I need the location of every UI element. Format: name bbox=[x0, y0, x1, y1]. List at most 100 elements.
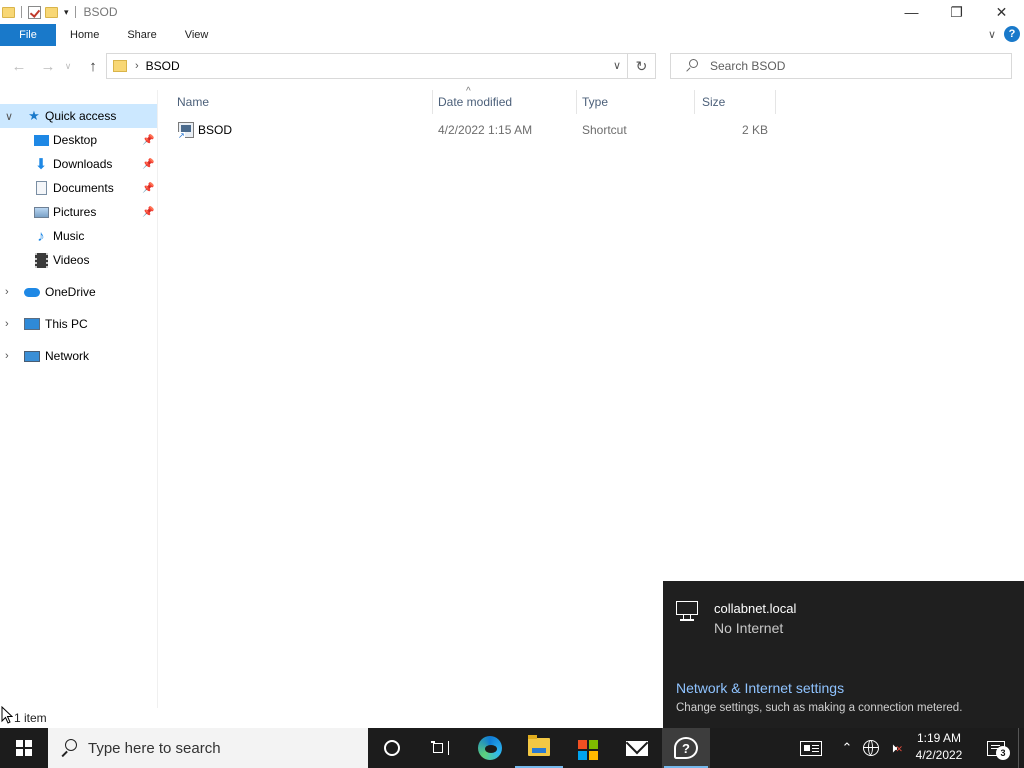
volume-button[interactable]: 🕨✕ bbox=[884, 728, 908, 768]
nav-item-this-pc[interactable]: › This PC bbox=[0, 312, 157, 336]
address-dropdown-icon[interactable]: ∨ bbox=[613, 59, 621, 72]
network-name[interactable]: collabnet.local bbox=[714, 601, 796, 616]
pin-icon[interactable]: 📌 bbox=[142, 207, 154, 218]
mail-button[interactable] bbox=[613, 728, 661, 768]
folder-icon[interactable] bbox=[2, 6, 15, 18]
status-bar: 1 item bbox=[0, 708, 663, 728]
documents-icon bbox=[33, 180, 49, 196]
expand-chevron-icon[interactable]: › bbox=[5, 318, 9, 330]
task-view-button[interactable] bbox=[416, 728, 464, 768]
help-icon[interactable]: ? bbox=[1004, 26, 1020, 42]
file-explorer-button[interactable] bbox=[515, 728, 563, 768]
clock-date: 4/2/2022 bbox=[915, 748, 963, 762]
toolbar-divider bbox=[21, 6, 22, 18]
show-hidden-icons-button[interactable]: ⌃ bbox=[836, 728, 858, 768]
new-folder-icon[interactable] bbox=[45, 6, 58, 18]
network-globe-icon bbox=[863, 740, 879, 756]
refresh-icon[interactable]: ↻ bbox=[628, 53, 656, 79]
news-button[interactable] bbox=[796, 728, 826, 768]
close-button[interactable]: ✕ bbox=[979, 0, 1024, 24]
quick-access-toolbar: ▾ bbox=[0, 0, 78, 24]
pictures-icon bbox=[33, 204, 49, 220]
nav-label: Quick access bbox=[45, 109, 117, 123]
customize-toolbar-dropdown-icon[interactable]: ▾ bbox=[64, 7, 69, 18]
search-placeholder: Search BSOD bbox=[710, 59, 786, 73]
download-icon: ⬇ bbox=[34, 156, 48, 173]
cortana-button[interactable] bbox=[368, 728, 416, 768]
nav-item-onedrive[interactable]: › OneDrive bbox=[0, 280, 157, 304]
column-divider[interactable] bbox=[576, 90, 577, 114]
recent-locations-chevron-icon[interactable]: ∨ bbox=[60, 53, 76, 79]
breadcrumb-current[interactable]: BSOD bbox=[146, 59, 180, 73]
pin-icon[interactable]: 📌 bbox=[142, 183, 154, 194]
ribbon-right-controls: ∨ ? bbox=[988, 26, 1020, 42]
nav-item-documents[interactable]: Documents 📌 bbox=[0, 176, 157, 200]
properties-icon[interactable] bbox=[28, 5, 41, 19]
nav-item-music[interactable]: ♪ Music bbox=[0, 224, 157, 248]
window-controls: — ❐ ✕ bbox=[889, 0, 1024, 24]
forward-arrow-icon[interactable]: → bbox=[35, 53, 61, 79]
column-header-date[interactable]: Date modified bbox=[438, 90, 576, 114]
network-tray-button[interactable] bbox=[858, 728, 884, 768]
expand-chevron-icon[interactable]: › bbox=[5, 350, 9, 362]
taskbar: Type here to search ? ⌃ 🕨✕ 1:19 AM 4/2/2… bbox=[0, 728, 1024, 768]
search-input[interactable]: Search BSOD bbox=[670, 53, 1012, 79]
column-header-name[interactable]: Name bbox=[177, 90, 432, 114]
desktop-screen: ▾ BSOD — ❐ ✕ File Home Share View ∨ ? ← … bbox=[0, 0, 1024, 768]
column-divider[interactable] bbox=[775, 90, 776, 114]
nav-label: Documents bbox=[53, 181, 114, 195]
desktop-icon bbox=[33, 132, 49, 148]
expand-chevron-icon[interactable]: › bbox=[5, 286, 9, 298]
network-icon bbox=[24, 348, 40, 364]
mouse-cursor-icon bbox=[1, 706, 13, 724]
pin-icon[interactable]: 📌 bbox=[142, 135, 154, 146]
videos-icon bbox=[33, 252, 49, 268]
column-divider[interactable] bbox=[432, 90, 433, 114]
column-header-type[interactable]: Type bbox=[582, 90, 694, 114]
news-icon bbox=[800, 740, 822, 756]
music-icon: ♪ bbox=[37, 227, 45, 245]
store-button[interactable] bbox=[564, 728, 612, 768]
pin-icon[interactable]: 📌 bbox=[142, 159, 154, 170]
cortana-icon bbox=[384, 740, 400, 756]
shortcut-icon bbox=[178, 122, 194, 140]
breadcrumb-separator[interactable]: › bbox=[135, 60, 139, 72]
nav-item-network[interactable]: › Network bbox=[0, 344, 157, 368]
restore-button[interactable]: ❐ bbox=[934, 0, 979, 24]
start-button[interactable] bbox=[0, 728, 48, 768]
column-header-size[interactable]: Size bbox=[702, 90, 776, 114]
nav-label: Downloads bbox=[53, 157, 113, 171]
clock-time: 1:19 AM bbox=[916, 731, 962, 745]
nav-item-pictures[interactable]: Pictures 📌 bbox=[0, 200, 157, 224]
title-bar: ▾ BSOD — ❐ ✕ bbox=[0, 0, 1024, 24]
tab-home[interactable]: Home bbox=[56, 24, 113, 46]
tab-share[interactable]: Share bbox=[113, 24, 170, 46]
file-row[interactable]: BSOD 4/2/2022 1:15 AM Shortcut 2 KB bbox=[170, 119, 780, 141]
computer-icon bbox=[24, 316, 40, 332]
pane-divider[interactable] bbox=[157, 90, 158, 708]
item-count: 1 item bbox=[14, 711, 47, 725]
edge-button[interactable] bbox=[466, 728, 514, 768]
nav-quick-access[interactable]: ∨ ★ Quick access bbox=[0, 104, 157, 128]
address-bar[interactable]: › BSOD ∨ bbox=[106, 53, 628, 79]
collapse-chevron-icon[interactable]: ∨ bbox=[5, 110, 13, 123]
network-settings-link[interactable]: Network & Internet settings bbox=[676, 680, 844, 696]
column-divider[interactable] bbox=[694, 90, 695, 114]
tab-file[interactable]: File bbox=[0, 24, 56, 46]
taskbar-search-box[interactable]: Type here to search bbox=[48, 728, 368, 768]
nav-item-desktop[interactable]: Desktop 📌 bbox=[0, 128, 157, 152]
address-row: ← → ∨ ↑ › BSOD ∨ ↻ Search BSOD bbox=[0, 48, 1024, 84]
chevron-up-icon: ⌃ bbox=[841, 740, 853, 755]
minimize-button[interactable]: — bbox=[889, 0, 934, 24]
clock[interactable]: 1:19 AM 4/2/2022 bbox=[908, 730, 970, 766]
nav-item-downloads[interactable]: ⬇ Downloads 📌 bbox=[0, 152, 157, 176]
nav-item-videos[interactable]: Videos bbox=[0, 248, 157, 272]
show-desktop-button[interactable] bbox=[1018, 728, 1024, 768]
tab-view[interactable]: View bbox=[171, 24, 223, 46]
expand-ribbon-icon[interactable]: ∨ bbox=[988, 28, 996, 41]
search-icon bbox=[685, 58, 701, 74]
back-arrow-icon[interactable]: ← bbox=[6, 53, 32, 79]
up-arrow-icon[interactable]: ↑ bbox=[80, 53, 106, 79]
onedrive-icon bbox=[24, 284, 40, 300]
get-help-button[interactable]: ? bbox=[662, 728, 710, 768]
